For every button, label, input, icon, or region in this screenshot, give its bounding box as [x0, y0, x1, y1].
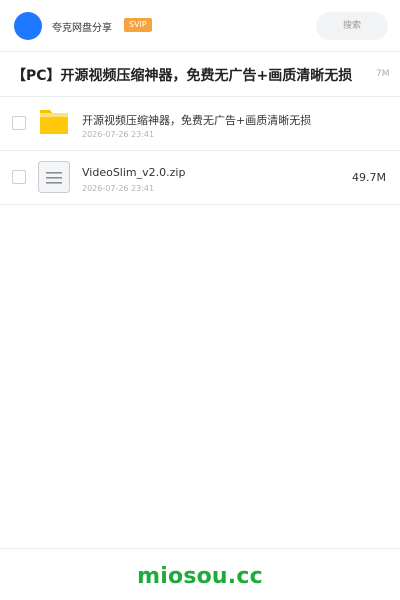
file-row[interactable]: VideoSlim_v2.0.zip 2026-07-26 23:41 49.7…: [0, 151, 400, 205]
file-date: 2026-07-26 23:41: [82, 130, 155, 139]
share-total-size: 7M: [376, 69, 390, 79]
row-checkbox[interactable]: [12, 170, 26, 184]
footer: miosou.cc: [0, 548, 400, 600]
share-title-bar: 【PC】开源视频压缩神器，免费无广告+画质清晰无损 7M: [0, 52, 400, 97]
zip-file-icon: [38, 161, 70, 193]
file-name[interactable]: 开源视频压缩神器，免费无广告+画质清晰无损: [82, 112, 311, 128]
site-name: 夸克网盘分享: [52, 23, 112, 34]
footer-brand-link[interactable]: miosou.cc: [137, 564, 263, 589]
file-row[interactable]: 开源视频压缩神器，免费无广告+画质清晰无损 2026-07-26 23:41: [0, 97, 400, 151]
file-size: 49.7M: [352, 171, 386, 184]
avatar[interactable]: [14, 12, 42, 40]
file-date: 2026-07-26 23:41: [82, 184, 155, 193]
page-title: 【PC】开源视频压缩神器，免费无广告+画质清晰无损: [12, 68, 353, 84]
svip-badge: SVIP: [124, 18, 152, 32]
folder-icon: [38, 107, 70, 139]
search-input[interactable]: [316, 12, 388, 40]
top-header: 夸克网盘分享 SVIP: [0, 0, 400, 52]
file-name[interactable]: VideoSlim_v2.0.zip: [82, 166, 185, 179]
row-checkbox[interactable]: [12, 116, 26, 130]
